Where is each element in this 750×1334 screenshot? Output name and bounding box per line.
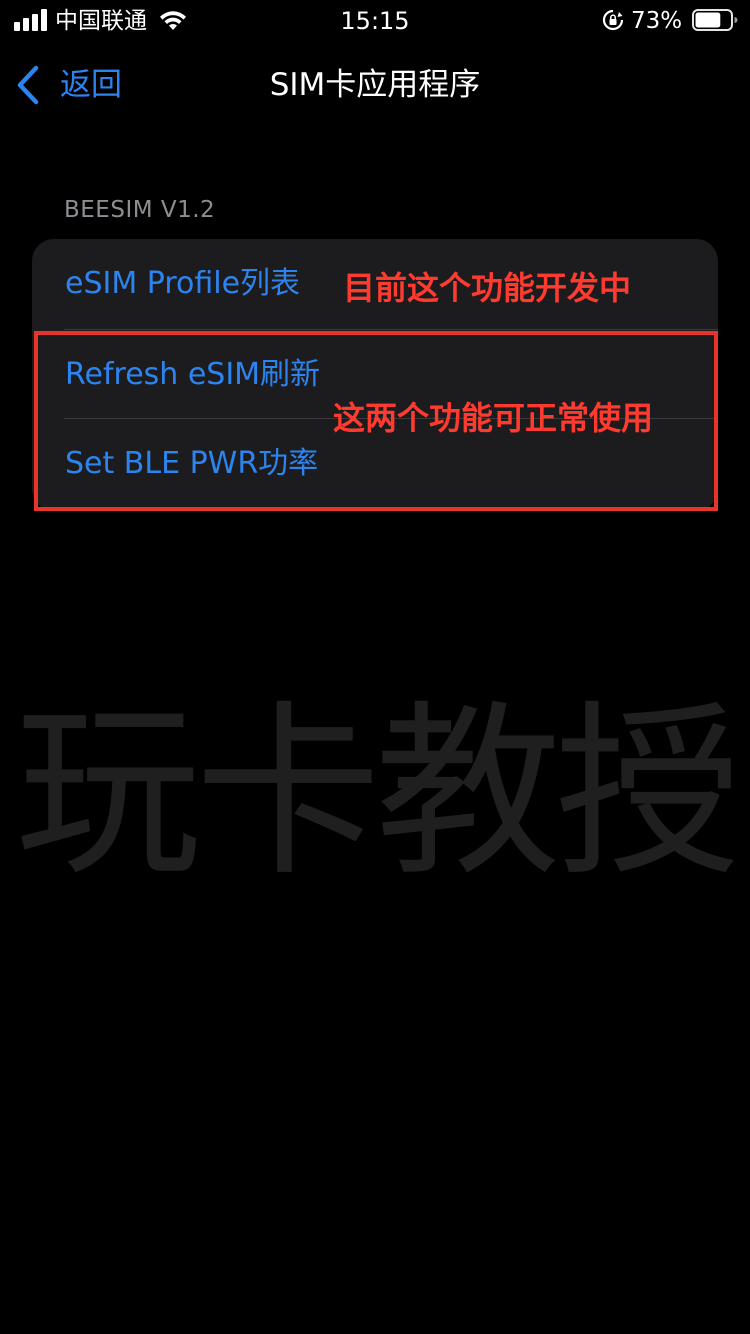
list-item-label: eSIM Profile列表 [65, 266, 301, 301]
list-item-label: Refresh eSIM刷新 [65, 357, 321, 392]
status-bar: 中国联通 15:15 73% [0, 0, 750, 40]
list-item-label: Set BLE PWR功率 [65, 446, 319, 481]
rotation-lock-icon [602, 9, 624, 31]
battery-icon [692, 9, 738, 31]
annotation-in-development: 目前这个功能开发中 [343, 269, 632, 307]
battery-percent: 73% [631, 8, 683, 34]
watermark-text: 玩卡教授 [14, 684, 741, 901]
page-title: SIM卡应用程序 [269, 67, 481, 103]
section-header: BEESIM V1.2 [64, 197, 216, 223]
annotation-working-features: 这两个功能可正常使用 [333, 399, 654, 437]
